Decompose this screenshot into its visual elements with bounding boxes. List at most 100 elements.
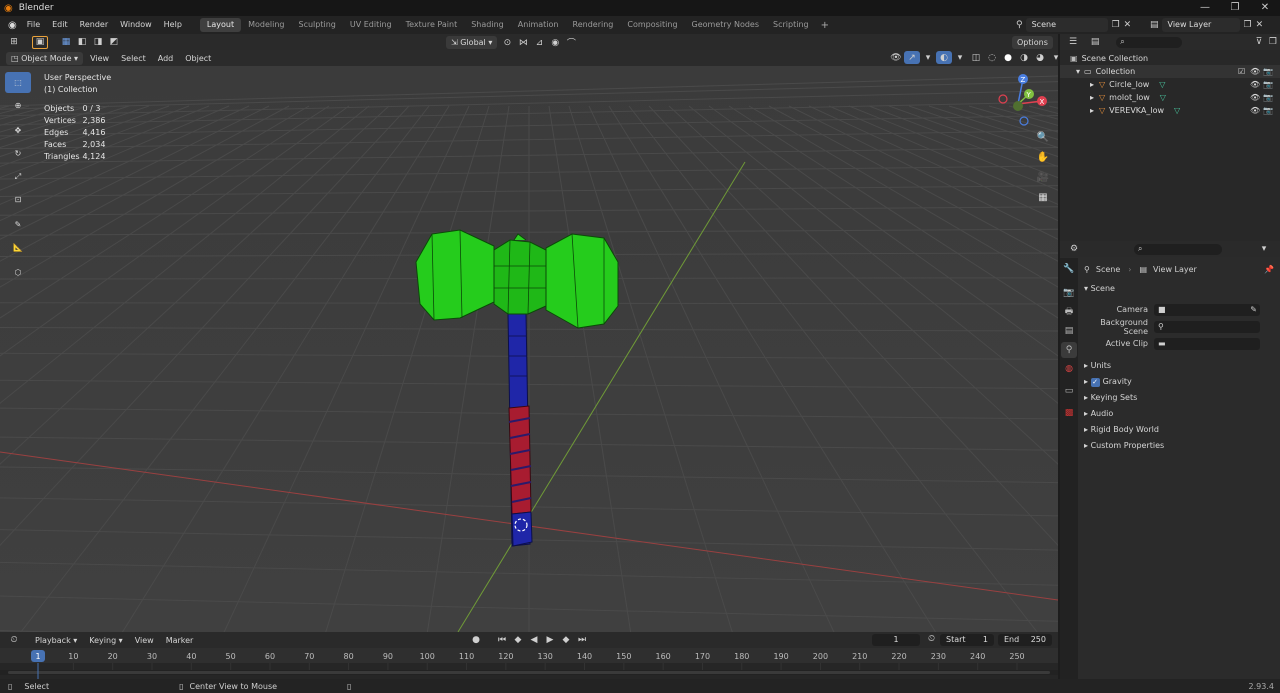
play-icon[interactable]: ▶ bbox=[542, 633, 558, 646]
item-visibility-icon[interactable]: 👁 bbox=[1250, 91, 1260, 104]
select-new-icon[interactable]: ▦ bbox=[58, 36, 74, 49]
maximize-button[interactable]: ❐ bbox=[1220, 0, 1250, 16]
close-button[interactable]: ✕ bbox=[1250, 0, 1280, 16]
xray-icon[interactable]: ◫ bbox=[968, 51, 984, 64]
jump-start-icon[interactable]: ⏮ bbox=[494, 633, 510, 646]
mode-dropdown[interactable]: ◳ Object Mode ▾ bbox=[6, 51, 84, 65]
start-frame-field[interactable]: Start 1 bbox=[940, 634, 994, 646]
collection-tab-icon[interactable]: ▭ bbox=[1061, 383, 1077, 399]
gravity-panel-header[interactable]: ▸ ✓ Gravity bbox=[1078, 374, 1280, 390]
item-render-icon[interactable]: 📷 bbox=[1263, 104, 1273, 117]
camera-view-icon[interactable]: 🎥 bbox=[1034, 168, 1052, 186]
menu-edit[interactable]: Edit bbox=[46, 16, 74, 34]
tab-compositing[interactable]: Compositing bbox=[620, 18, 684, 32]
tab-layout[interactable]: Layout bbox=[199, 18, 242, 32]
select-extend-icon[interactable]: ◧ bbox=[74, 36, 90, 49]
wireframe-shading-icon[interactable]: ◌ bbox=[984, 51, 1000, 64]
editor-type-icon[interactable]: ⊞ bbox=[6, 36, 22, 49]
add-cube-tool-icon[interactable]: ⬡ bbox=[5, 262, 31, 283]
outliner-scene-collection[interactable]: ▣ Scene Collection bbox=[1060, 52, 1280, 65]
item-visibility-icon[interactable]: 👁 bbox=[1250, 104, 1260, 117]
new-collection-icon[interactable]: ❐ bbox=[1266, 36, 1280, 49]
preview-range-icon[interactable]: ⏲ bbox=[928, 634, 935, 644]
play-reverse-icon[interactable]: ◀ bbox=[526, 633, 542, 646]
pin-icon[interactable]: 📌 bbox=[1264, 265, 1274, 274]
annotate-tool-icon[interactable]: ✎ bbox=[5, 214, 31, 235]
minimize-button[interactable]: — bbox=[1190, 0, 1220, 16]
delete-scene-icon[interactable]: ✕ bbox=[1124, 20, 1132, 30]
properties-options-icon[interactable]: ▾ bbox=[1256, 243, 1272, 256]
delete-view-layer-icon[interactable]: ✕ bbox=[1256, 20, 1264, 30]
move-tool-icon[interactable]: ✥ bbox=[5, 120, 31, 141]
units-panel-header[interactable]: ▸ Units bbox=[1078, 358, 1280, 374]
custom-properties-panel-header[interactable]: ▸ Custom Properties bbox=[1078, 438, 1280, 454]
camera-field[interactable]: ■ ✎ bbox=[1154, 303, 1260, 316]
solid-shading-icon[interactable]: ● bbox=[1000, 51, 1016, 64]
snap-icon[interactable]: ⋈ bbox=[515, 36, 531, 49]
jump-end-icon[interactable]: ⏭ bbox=[574, 633, 590, 646]
navigation-gizmo[interactable]: X Y Z bbox=[996, 72, 1052, 128]
tab-rendering[interactable]: Rendering bbox=[566, 18, 621, 32]
scene-panel-header[interactable]: ▾ Scene bbox=[1078, 281, 1280, 297]
tab-geometry-nodes[interactable]: Geometry Nodes bbox=[685, 18, 766, 32]
output-tab-icon[interactable]: 🖶 bbox=[1061, 304, 1077, 320]
overlays-toggle-icon[interactable]: ◐ bbox=[936, 51, 952, 64]
collection-visibility-icon[interactable]: 👁 bbox=[1250, 65, 1260, 78]
filter-icon[interactable]: ⊽ bbox=[1252, 36, 1266, 49]
menu-object[interactable]: Object bbox=[180, 52, 216, 65]
snap-target-icon[interactable]: ⊿ bbox=[531, 36, 547, 49]
select-invert-icon[interactable]: ◩ bbox=[106, 36, 122, 49]
properties-editor-icon[interactable]: ⚙ bbox=[1066, 243, 1082, 256]
3d-viewport[interactable] bbox=[0, 66, 1058, 632]
menu-timeline-view[interactable]: View bbox=[130, 634, 159, 647]
pivot-point-icon[interactable]: ⊙ bbox=[499, 36, 515, 49]
select-box-tool-icon[interactable]: ⬚ bbox=[5, 72, 31, 93]
menu-render[interactable]: Render bbox=[74, 16, 114, 34]
auto-keying-icon[interactable]: ● bbox=[468, 633, 484, 646]
view-layer-field[interactable]: View Layer bbox=[1161, 18, 1240, 32]
item-visibility-icon[interactable]: 👁 bbox=[1250, 78, 1260, 91]
outliner-item[interactable]: ▸ ▽ VEREVKA_low ▽ 👁 📷 bbox=[1060, 104, 1280, 117]
overlays-dropdown-icon[interactable]: ▾ bbox=[952, 51, 968, 64]
new-scene-icon[interactable]: ❐ bbox=[1112, 20, 1120, 30]
menu-view[interactable]: View bbox=[85, 52, 114, 65]
gizmo-neg-z-icon[interactable] bbox=[1019, 116, 1029, 126]
display-mode-icon[interactable]: ▤ bbox=[1088, 36, 1102, 49]
select-tool-icon[interactable]: ▣ bbox=[32, 35, 48, 49]
rotate-tool-icon[interactable]: ↻ bbox=[5, 143, 31, 164]
menu-select[interactable]: Select bbox=[116, 52, 151, 65]
view-layer-tab-icon[interactable]: ▤ bbox=[1061, 323, 1077, 339]
gizmo-toggle-icon[interactable]: ↗ bbox=[904, 51, 920, 64]
menu-file[interactable]: File bbox=[21, 16, 46, 34]
expand-arrow-icon[interactable]: ▾ bbox=[1076, 65, 1080, 78]
item-render-icon[interactable]: 📷 bbox=[1263, 78, 1273, 91]
menu-window[interactable]: Window bbox=[114, 16, 158, 34]
gizmo-neg-x-icon[interactable] bbox=[998, 94, 1008, 104]
outliner-item[interactable]: ▸ ▽ molot_low ▽ 👁 📷 bbox=[1060, 91, 1280, 104]
collection-checkbox[interactable]: ☑ bbox=[1238, 65, 1245, 78]
eyedropper-icon[interactable]: ✎ bbox=[1250, 305, 1257, 314]
render-tab-icon[interactable]: 📷 bbox=[1061, 285, 1077, 301]
menu-playback[interactable]: Playback ▾ bbox=[30, 634, 82, 647]
timeline-editor-icon[interactable]: ⏲ bbox=[6, 634, 22, 647]
menu-add[interactable]: Add bbox=[153, 52, 179, 65]
gizmo-dropdown-icon[interactable]: ▾ bbox=[920, 51, 936, 64]
measure-tool-icon[interactable]: 📐 bbox=[5, 237, 31, 258]
tab-modeling[interactable]: Modeling bbox=[241, 18, 291, 32]
blender-menu-icon[interactable]: ◉ bbox=[4, 20, 21, 31]
gizmo-neg-y-icon[interactable] bbox=[1013, 101, 1023, 111]
active-clip-field[interactable]: ▬ bbox=[1154, 337, 1260, 350]
select-subtract-icon[interactable]: ◨ bbox=[90, 36, 106, 49]
keying-sets-panel-header[interactable]: ▸ Keying Sets bbox=[1078, 390, 1280, 406]
perspective-toggle-icon[interactable]: ▦ bbox=[1034, 188, 1052, 206]
options-dropdown[interactable]: Options bbox=[1012, 36, 1053, 49]
expand-arrow-icon[interactable]: ▸ bbox=[1090, 104, 1094, 117]
end-frame-field[interactable]: End 250 bbox=[998, 634, 1052, 646]
background-scene-field[interactable]: ⚲ bbox=[1154, 320, 1260, 333]
prev-keyframe-icon[interactable]: ◆ bbox=[510, 633, 526, 646]
expand-arrow-icon[interactable]: ▸ bbox=[1090, 78, 1094, 91]
menu-keying[interactable]: Keying ▾ bbox=[84, 634, 127, 647]
outliner-item[interactable]: ▸ ▽ Circle_low ▽ 👁 📷 bbox=[1060, 78, 1280, 91]
menu-help[interactable]: Help bbox=[158, 16, 188, 34]
rigid-body-panel-header[interactable]: ▸ Rigid Body World bbox=[1078, 422, 1280, 438]
